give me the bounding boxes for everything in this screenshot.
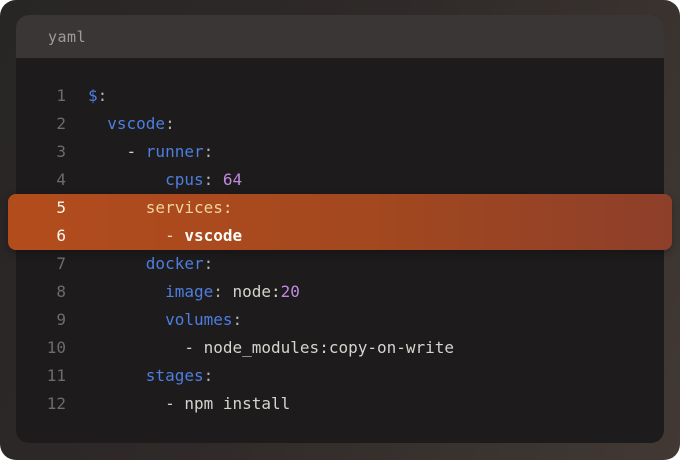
token-value [88,366,146,385]
token-num: 20 [281,282,300,301]
token-key: docker [146,254,204,273]
line-number: 4 [16,166,66,194]
token-value: - node_modules:copy-on-write [88,338,454,357]
code-line: 11 stages: [16,362,664,390]
line-number: 6 [16,222,66,250]
line-content: volumes: [66,306,242,334]
code-body: 1 $: 2 vscode: 3 - runner: 4 cpus: 64 5 … [16,58,664,443]
language-label: yaml [48,28,86,46]
token-key: vscode [107,114,165,133]
token-value [88,310,165,329]
token-hlstrong: vscode [184,226,242,245]
token-key: cpus [165,170,204,189]
line-number: 8 [16,278,66,306]
code-line: 7 docker: [16,250,664,278]
token-punct: : [204,366,214,385]
code-line: 10 - node_modules:copy-on-write [16,334,664,362]
line-number: 11 [16,362,66,390]
line-content: image: node:20 [66,278,300,306]
line-content: $: [66,82,107,110]
token-punct: : [98,86,108,105]
line-number: 9 [16,306,66,334]
token-value [88,114,107,133]
token-num: 64 [223,170,242,189]
line-content: - runner: [66,138,213,166]
line-content: services: [66,194,233,222]
line-number: 10 [16,334,66,362]
token-punct: : [213,282,223,301]
token-punct: : [204,142,214,161]
line-number: 1 [16,82,66,110]
line-content: docker: [66,250,213,278]
token-punct: : [233,310,243,329]
code-line: 1 $: [16,82,664,110]
line-content: - npm install [66,390,290,418]
code-line: 3 - runner: [16,138,664,166]
token-hlkey: services: [88,198,233,217]
token-value: node: [223,282,281,301]
line-number: 2 [16,110,66,138]
code-line: 6 - vscode [16,222,664,250]
token-key: $ [88,86,98,105]
code-line: 5 services: [16,194,664,222]
token-value: - npm install [88,394,290,413]
line-content: cpus: 64 [66,166,242,194]
code-line: 4 cpus: 64 [16,166,664,194]
token-value [213,170,223,189]
line-content: - vscode [66,222,242,250]
token-punct: : [204,170,214,189]
code-header: yaml [16,15,664,58]
token-key: image [165,282,213,301]
code-window: yaml 1 $: 2 vscode: 3 - runner: 4 cpus: … [16,15,664,443]
token-hldash: - [88,226,184,245]
line-number: 7 [16,250,66,278]
line-content: vscode: [66,110,175,138]
line-content: stages: [66,362,213,390]
token-value [88,254,146,273]
line-number: 12 [16,390,66,418]
line-number: 3 [16,138,66,166]
line-content: - node_modules:copy-on-write [66,334,454,362]
token-key: runner [146,142,204,161]
code-line: 9 volumes: [16,306,664,334]
code-line: 8 image: node:20 [16,278,664,306]
token-key: stages [146,366,204,385]
code-card: yaml 1 $: 2 vscode: 3 - runner: 4 cpus: … [0,0,680,460]
token-key: volumes [165,310,232,329]
token-punct: : [165,114,175,133]
code-line: 2 vscode: [16,110,664,138]
token-punct: : [204,254,214,273]
token-value [88,282,165,301]
code-line: 12 - npm install [16,390,664,418]
token-value: - [88,142,146,161]
line-number: 5 [16,194,66,222]
token-value [88,170,165,189]
